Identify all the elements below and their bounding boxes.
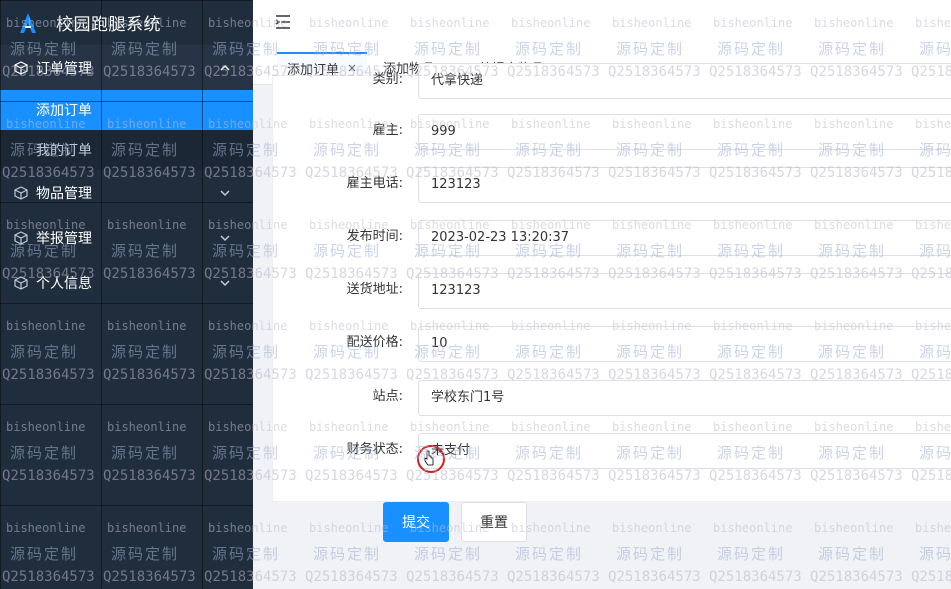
form-row-publish-time: 发布时间: 2023-02-23 13:20:37 [273,220,951,256]
cube-icon [14,60,28,75]
menu-personal-info[interactable]: 个人信息 [0,260,253,305]
submit-button[interactable]: 提交 [383,502,449,542]
menu-fold-icon[interactable] [273,12,293,32]
menu-label: 举报管理 [36,230,92,247]
form-row-finance-status: 财务状态: 未支付 [273,433,951,469]
menu-label: 订单管理 [36,60,92,77]
menu-report-management[interactable]: 举报管理 [0,215,253,260]
reset-button[interactable]: 重置 [461,502,527,542]
field-label: 发布时间: [346,229,403,244]
publish-time-field[interactable]: 2023-02-23 13:20:37 [418,220,951,256]
form-row-station: 站点: 学校东门1号 [273,380,951,416]
hand-cursor-icon [424,450,434,466]
field-label: 雇主电话: [346,176,403,191]
field-label: 配送价格: [346,335,403,350]
menu-label: 物品管理 [36,185,92,202]
app-logo-icon [20,12,36,33]
station-field[interactable]: 学校东门1号 [418,380,951,416]
finance-status-field[interactable]: 未支付 [418,433,951,469]
sidebar-item-label: 我的订单 [36,143,92,159]
field-label: 雇主: [372,123,403,138]
sidebar: 校园跑腿系统 订单管理 添加订单 我的订单 物品管理 举报管理 个人信息 [0,0,253,589]
form-row-employer: 雇主: 999 [273,114,951,150]
brand: 校园跑腿系统 [0,0,253,45]
employer-field[interactable]: 999 [418,114,951,150]
chevron-down-icon [220,279,230,286]
cube-icon [14,275,28,290]
sidebar-item-my-orders[interactable]: 我的订单 [0,130,253,170]
field-label: 类别: [372,72,403,87]
form-row-employer-phone: 雇主电话: 123123 [273,167,951,203]
chevron-up-icon [220,64,230,71]
chevron-down-icon [220,234,230,241]
field-label: 送货地址: [346,282,403,297]
form-row-category: 类别: 代拿快递 [273,63,951,99]
app-title: 校园跑腿系统 [56,15,161,35]
menu-item-management[interactable]: 物品管理 [0,170,253,215]
cube-icon [14,230,28,245]
sidebar-item-label: 添加订单 [36,103,92,119]
topbar [253,0,951,50]
main-content: 类别: 代拿快递 雇主: 999 雇主电话: 123123 发布时间: 2023… [253,63,951,589]
form-row-delivery-price: 配送价格: 10 [273,326,951,362]
category-field[interactable]: 代拿快递 [418,63,951,99]
order-form: 类别: 代拿快递 雇主: 999 雇主电话: 123123 发布时间: 2023… [272,63,951,502]
field-label: 财务状态: [346,442,403,457]
field-label: 站点: [372,389,403,404]
employer-phone-field[interactable]: 123123 [418,167,951,203]
cube-icon [14,185,28,200]
form-row-delivery-address: 送货地址: 123123 [273,273,951,309]
chevron-down-icon [220,189,230,196]
menu-label: 个人信息 [36,275,92,292]
submenu-order: 添加订单 我的订单 [0,90,253,170]
menu-order-management[interactable]: 订单管理 [0,45,253,90]
sidebar-item-add-order[interactable]: 添加订单 [0,90,253,130]
delivery-address-field[interactable]: 123123 [418,273,951,309]
delivery-price-field[interactable]: 10 [418,326,951,362]
